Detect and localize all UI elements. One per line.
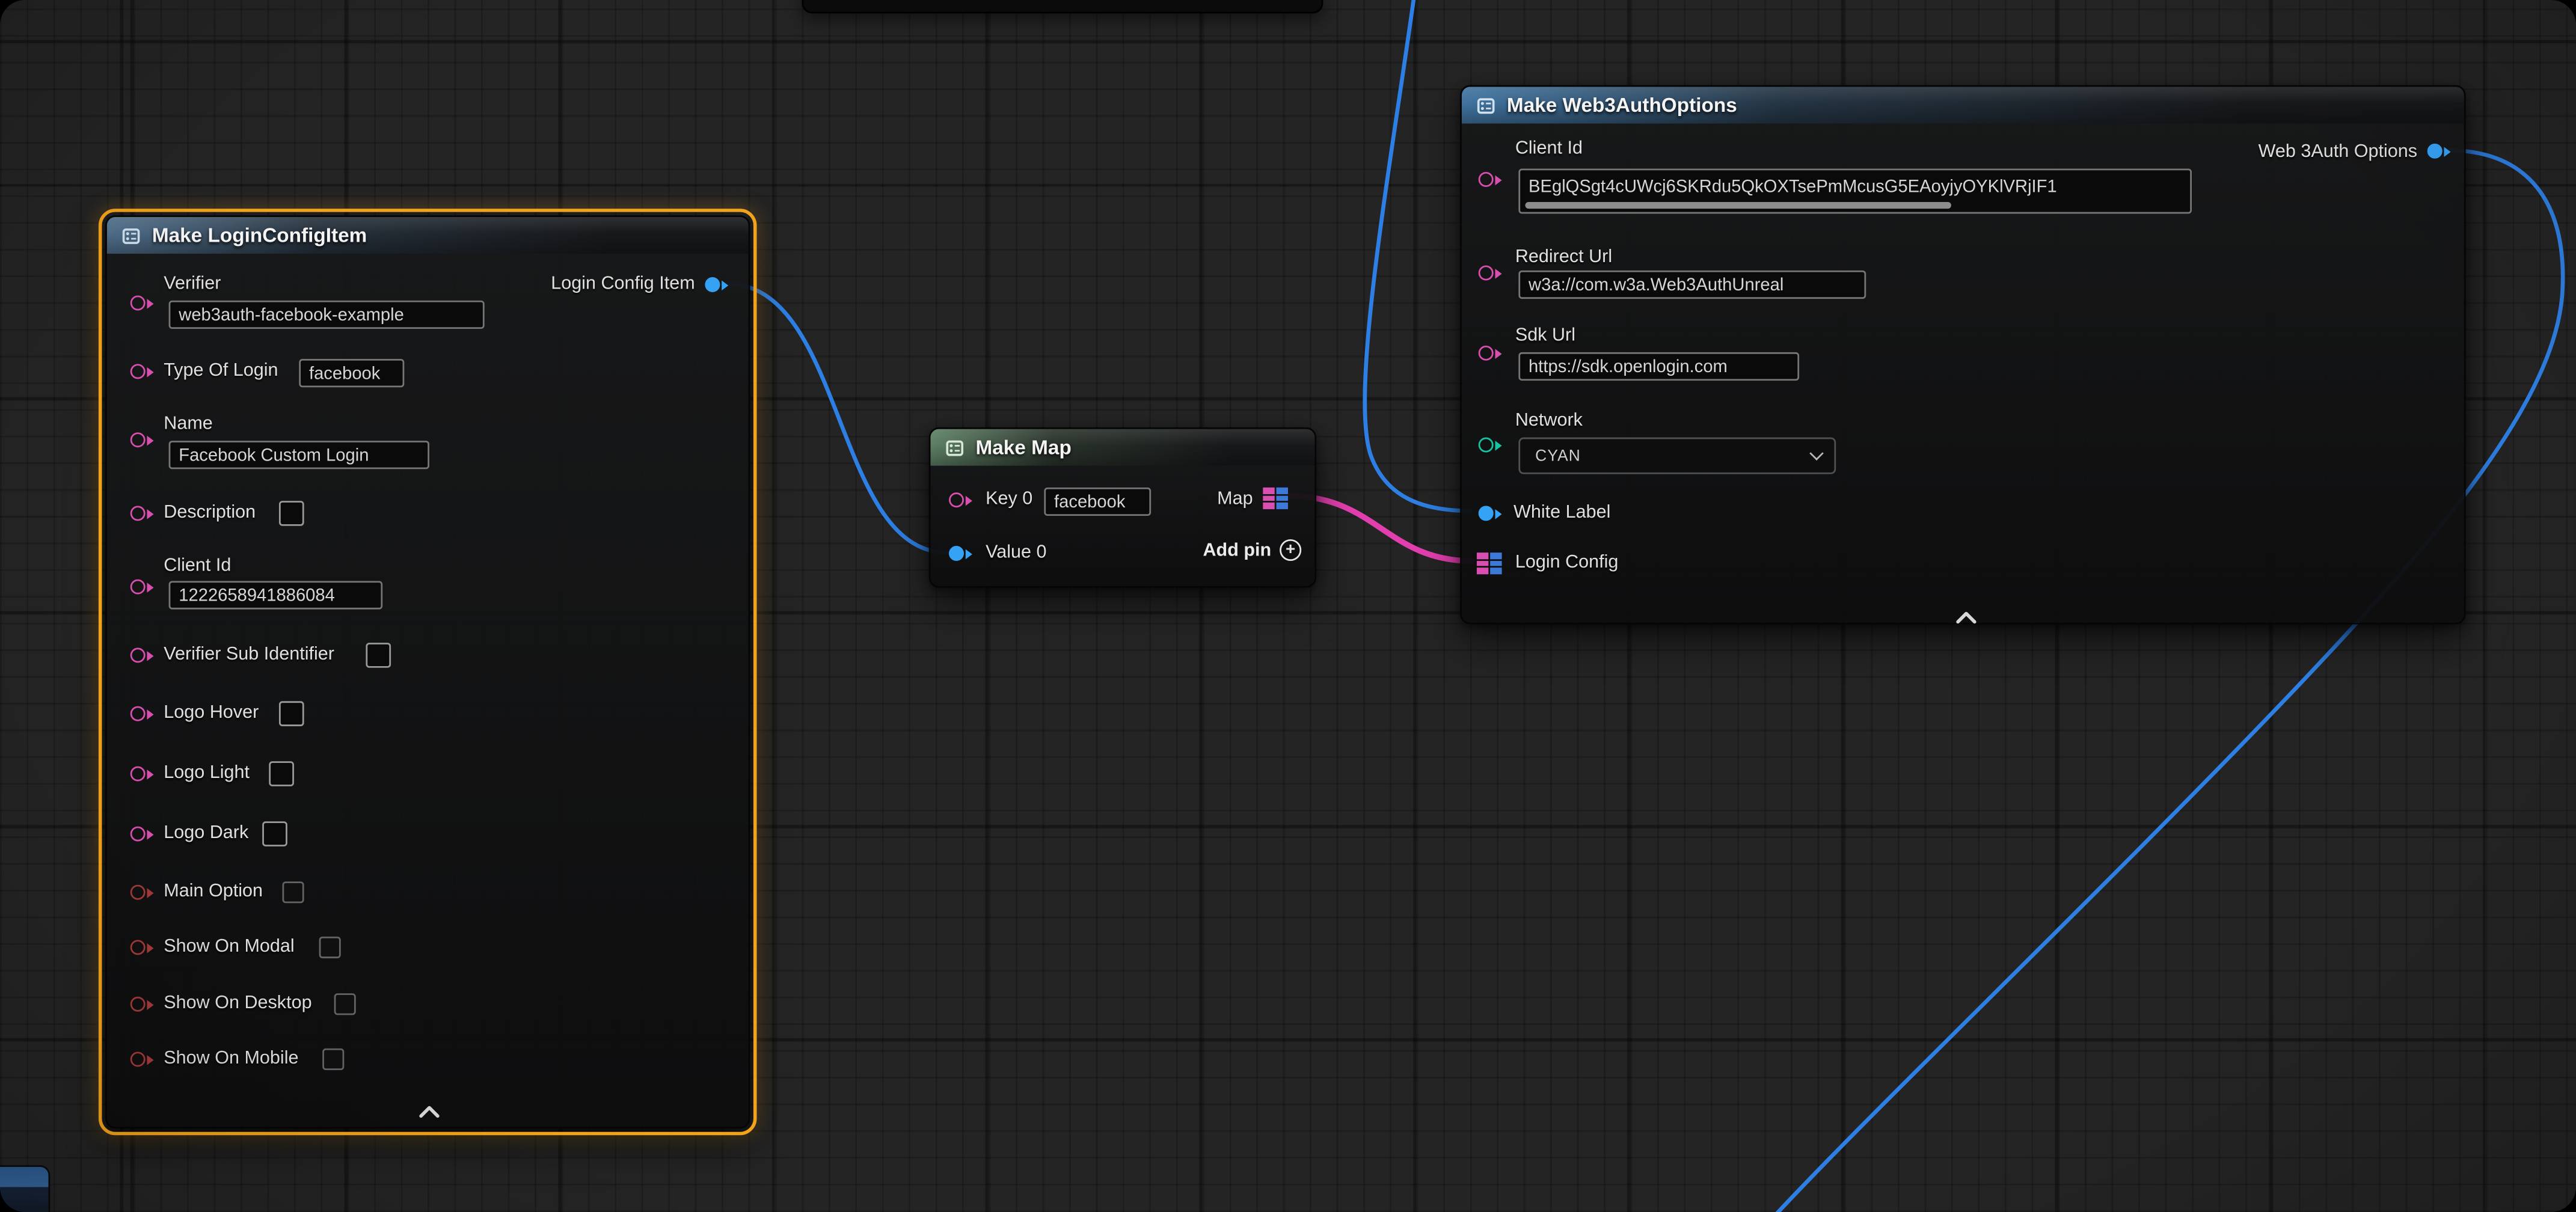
pin-value-0[interactable] <box>949 546 972 561</box>
logo-hover-input[interactable] <box>279 701 304 726</box>
pin-logo-dark[interactable] <box>130 827 154 842</box>
node-title: Make Map <box>975 436 1071 459</box>
add-pin-icon: + <box>1280 539 1301 561</box>
pin-label-login-config: Login Config <box>1515 552 1619 574</box>
pin-sdk-url[interactable] <box>1479 346 1502 361</box>
redirect-url-input[interactable]: w3a://com.w3a.Web3AuthUnreal <box>1518 271 1866 299</box>
pin-label-network: Network <box>1515 411 1583 432</box>
wire-loginconfigitem-to-makemap-value0[interactable] <box>727 284 948 552</box>
node-header[interactable]: Make Web3AuthOptions <box>1462 87 2464 123</box>
login-config-map-pin-icon[interactable] <box>1477 552 1502 574</box>
add-pin-label: Add pin <box>1203 540 1271 560</box>
output-pin-label: Web 3Auth Options <box>2259 142 2417 164</box>
pin-label-sdk-url: Sdk Url <box>1515 325 1575 347</box>
pin-show-on-modal[interactable] <box>130 940 154 955</box>
blueprint-graph-canvas[interactable]: Make LoginConfigItem Login Config Item V… <box>0 0 2576 1212</box>
pin-label-key-0: Key 0 <box>986 489 1032 511</box>
pin-label-description: Description <box>164 503 256 524</box>
pin-label-show-on-mobile: Show On Mobile <box>164 1048 298 1070</box>
wire-offscreen-to-whitelabel[interactable] <box>1365 0 1470 511</box>
client-id-scrollbar[interactable] <box>1525 202 1951 209</box>
make-map-icon <box>944 436 966 458</box>
chevron-down-icon <box>1809 446 1824 461</box>
pin-key-0[interactable] <box>949 492 972 507</box>
type-of-login-input[interactable]: facebook <box>299 359 404 387</box>
node-make-web3authoptions[interactable]: Make Web3AuthOptions Web 3Auth Options C… <box>1460 85 2465 625</box>
node-title: Make Web3AuthOptions <box>1507 94 1737 117</box>
description-input[interactable] <box>279 501 304 526</box>
pin-web3auth-options-output[interactable] <box>2427 144 2451 159</box>
logo-light-input[interactable] <box>269 761 294 786</box>
network-dropdown[interactable]: CYAN <box>1518 438 1836 474</box>
pin-label-value-0: Value 0 <box>986 542 1046 564</box>
logo-dark-input[interactable] <box>262 821 287 846</box>
pin-label-type-of-login: Type Of Login <box>164 361 278 382</box>
show-on-mobile-checkbox[interactable] <box>322 1048 344 1070</box>
pin-show-on-mobile[interactable] <box>130 1051 154 1067</box>
pin-main-option[interactable] <box>130 885 154 900</box>
collapse-chevron-icon[interactable] <box>418 1097 441 1110</box>
pin-label-map-output: Map <box>1217 489 1253 511</box>
verifier-sub-identifier-input[interactable] <box>366 643 391 668</box>
pin-label-logo-dark: Logo Dark <box>164 823 248 845</box>
pin-label-logo-hover: Logo Hover <box>164 703 259 724</box>
node-make-map[interactable]: Make Map Key 0 facebook Map Value 0 Add … <box>929 427 1317 588</box>
node-header[interactable]: Make LoginConfigItem <box>107 217 749 254</box>
pin-label-logo-light: Logo Light <box>164 763 250 785</box>
pin-label-name: Name <box>164 414 213 436</box>
pin-verifier-sub-identifier[interactable] <box>130 647 154 663</box>
make-struct-icon <box>120 224 142 246</box>
pin-name[interactable] <box>130 432 154 447</box>
client-id-input[interactable]: BEglQSgt4cUWcj6SKRdu5QkOXTsePmMcusG5EAoy… <box>1518 168 2192 213</box>
network-selected-value: CYAN <box>1535 447 1581 465</box>
pin-client-id[interactable] <box>130 580 154 595</box>
collapse-chevron-icon[interactable] <box>1954 602 1978 616</box>
show-on-modal-checkbox[interactable] <box>319 937 341 958</box>
pin-verifier[interactable] <box>130 296 154 311</box>
node-title: Make LoginConfigItem <box>152 224 367 247</box>
output-pin-label: Login Config Item <box>551 274 695 295</box>
pin-label-client-id: Client Id <box>164 556 231 578</box>
pin-label-verifier: Verifier <box>164 274 221 295</box>
pin-description[interactable] <box>130 506 154 521</box>
node-header[interactable]: Make Map <box>930 429 1314 466</box>
pin-network[interactable] <box>1479 438 1502 453</box>
pin-redirect-url[interactable] <box>1479 266 1502 281</box>
pin-label-client-id: Client Id <box>1515 138 1583 160</box>
make-struct-icon <box>1475 94 1497 116</box>
client-id-input[interactable]: 1222658941886084 <box>169 581 383 609</box>
main-option-checkbox[interactable] <box>283 881 304 903</box>
client-id-value: BEglQSgt4cUWcj6SKRdu5QkOXTsePmMcusG5EAoy… <box>1529 177 2057 197</box>
key-0-input[interactable]: facebook <box>1044 488 1151 516</box>
pin-login-config-item-output[interactable] <box>705 277 728 292</box>
pin-client-id[interactable] <box>1479 172 1502 187</box>
sdk-url-input[interactable]: https://sdk.openlogin.com <box>1518 352 1799 381</box>
offscreen-node-bottom-left <box>0 1165 50 1212</box>
show-on-desktop-checkbox[interactable] <box>334 993 356 1015</box>
add-pin-button[interactable]: Add pin + <box>1203 539 1301 561</box>
pin-label-main-option: Main Option <box>164 881 263 903</box>
pin-logo-light[interactable] <box>130 767 154 782</box>
pin-show-on-desktop[interactable] <box>130 997 154 1012</box>
verifier-input[interactable]: web3auth-facebook-example <box>169 301 485 329</box>
pin-logo-hover[interactable] <box>130 706 154 721</box>
pin-white-label[interactable] <box>1479 506 1502 521</box>
pin-label-show-on-desktop: Show On Desktop <box>164 993 311 1015</box>
pin-type-of-login[interactable] <box>130 364 154 379</box>
name-input[interactable]: Facebook Custom Login <box>169 441 429 469</box>
pin-label-redirect-url: Redirect Url <box>1515 247 1612 269</box>
offscreen-node-top <box>802 0 1323 13</box>
map-pin-icon[interactable] <box>1263 488 1288 509</box>
pin-label-show-on-modal: Show On Modal <box>164 937 294 958</box>
node-make-loginconfigitem[interactable]: Make LoginConfigItem Login Config Item V… <box>105 215 750 1128</box>
pin-label-verifier-sub-identifier: Verifier Sub Identifier <box>164 644 334 666</box>
pin-label-white-label: White Label <box>1513 503 1610 524</box>
